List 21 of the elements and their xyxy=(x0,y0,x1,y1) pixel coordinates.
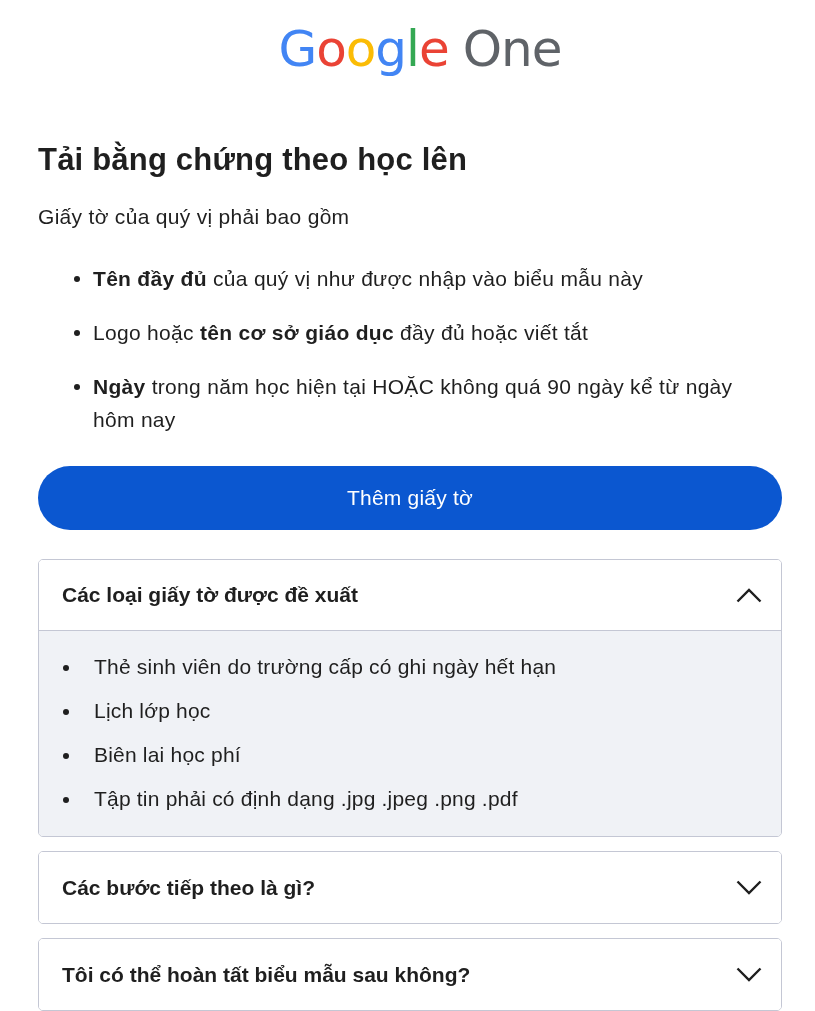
bullet-icon xyxy=(74,330,80,336)
requirement-text: Tên đầy đủ của quý vị như được nhập vào biểu mẫu này xyxy=(93,266,644,292)
faq-header[interactable]: Các loại giấy tờ được đề xuất xyxy=(39,560,781,631)
faq-header[interactable]: Các bước tiếp theo là gì? xyxy=(39,852,781,923)
intro-text: Giấy tờ của quý vị phải bao gồm xyxy=(38,204,350,230)
requirement-text: Logo hoặc tên cơ sở giáo dục đầy đủ hoặc viết tắt xyxy=(93,320,589,346)
bullet-icon xyxy=(63,665,69,671)
add-document-button[interactable]: Thêm giấy tờ xyxy=(38,466,782,530)
bullet-icon xyxy=(74,384,80,390)
document-type-text: Tập tin phải có định dạng .jpg .jpeg .png .pdf xyxy=(94,786,518,812)
document-type-text: Thẻ sinh viên do trường cấp có ghi ngày hết hạn xyxy=(94,654,557,680)
bullet-icon xyxy=(74,276,80,282)
faq-header[interactable]: Tôi có thể hoàn tất biểu mẫu sau không? xyxy=(39,939,781,1010)
page-title: Tải bằng chứng theo học lên xyxy=(38,140,469,179)
bullet-icon xyxy=(63,753,69,759)
bullet-icon xyxy=(63,709,69,715)
document-type-text: Biên lai học phí xyxy=(94,742,241,768)
bullet-icon xyxy=(63,797,69,803)
requirement-text: Ngày trong năm học hiện tại HOẶC không quá 90 ngày kể từ ngày hôm nay xyxy=(93,374,734,433)
document-type-text: Lịch lớp học xyxy=(94,698,211,724)
google-one-logo: Google One xyxy=(278,19,562,80)
